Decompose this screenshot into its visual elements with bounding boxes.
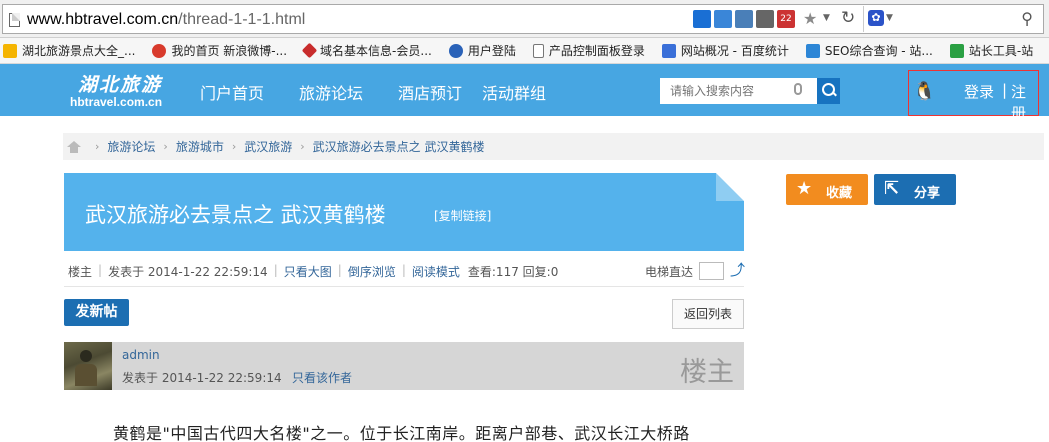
site-search (660, 78, 840, 104)
site-logo-domain[interactable]: hbtravel.com.cn (70, 95, 162, 109)
search-engine-box[interactable]: ✿ ▼ ⚲ (863, 6, 1039, 32)
login-area: 🐧 登录 | 注册 (908, 70, 1039, 122)
extension-icon[interactable] (693, 10, 711, 28)
nav-item-groups[interactable]: 活动群组 (482, 80, 546, 104)
badge-extension-icon[interactable]: 22 (777, 10, 795, 28)
site-header: 湖北旅游 hbtravel.com.cn 门户首页 旅游论坛 酒店预订 活动群组… (0, 64, 1049, 122)
favorite-button[interactable]: ★ 收藏 (786, 174, 868, 205)
avatar[interactable] (64, 342, 112, 390)
bookmark-favicon-icon (448, 43, 463, 58)
elevator-label: 电梯直达 (645, 265, 694, 279)
chevron-down-icon[interactable]: ▼ (886, 13, 893, 23)
author-bar: admin 发表于 2014-1-22 22:59:14 只看该作者 楼主 (64, 342, 744, 390)
search-button[interactable] (817, 78, 840, 104)
weibo-icon (152, 43, 167, 58)
thread-meta: 楼主 | 发表于 2014-1-22 22:59:14 | 只看大图 | 倒序浏… (68, 263, 559, 280)
floor-label: 楼主 (680, 357, 734, 388)
bookmark-favicon-icon (805, 43, 820, 58)
read-mode-link[interactable]: 阅读模式 (412, 263, 460, 280)
chevron-right-icon: › (300, 140, 305, 153)
post-time: 发表于 2014-1-22 22:59:14 (122, 371, 282, 385)
breadcrumb-item[interactable]: 武汉旅游必去景点之 武汉黄鹤楼 (313, 138, 485, 155)
main-nav: 门户首页 旅游论坛 酒店预订 活动群组 (200, 80, 581, 104)
search-input[interactable] (660, 78, 816, 104)
bookmark-item[interactable]: 我的首页 新浪微博-... (149, 42, 287, 59)
register-link[interactable]: 注册 (1011, 81, 1038, 123)
view-big-image-link[interactable]: 只看大图 (284, 263, 332, 280)
star-icon: ★ (796, 178, 813, 199)
floor-owner-label: 楼主 (68, 265, 93, 279)
breadcrumb-item[interactable]: 武汉旅游 (244, 138, 292, 155)
bookmark-star-icon[interactable]: ★ (803, 9, 817, 28)
bookmark-item[interactable]: SEO综合查询 - 站... (803, 42, 933, 59)
bookmark-item[interactable]: 湖北旅游景点大全_... (0, 42, 135, 59)
bookmark-item[interactable]: 站长工具-站 (947, 42, 1033, 59)
separator: | (1002, 81, 1008, 99)
page-icon (532, 43, 544, 58)
url-text[interactable]: www.hbtravel.com.cn/thread-1-1-1.html (27, 11, 305, 29)
breadcrumb-item[interactable]: 旅游论坛 (107, 138, 155, 155)
bookmark-favicon-icon (949, 43, 964, 58)
extension-icon[interactable] (714, 10, 732, 28)
chevron-right-icon: › (231, 140, 237, 153)
reverse-browse-link[interactable]: 倒序浏览 (348, 263, 396, 280)
extension-icons: 22 (693, 10, 795, 28)
divider (64, 286, 744, 287)
author-name[interactable]: admin (122, 348, 160, 362)
elevator-input[interactable] (699, 262, 724, 280)
extension-icon[interactable] (735, 10, 753, 28)
chevron-down-icon[interactable]: ▼ (823, 13, 830, 23)
qq-icon[interactable]: 🐧 (913, 81, 935, 102)
login-link[interactable]: 登录 (964, 81, 994, 102)
page-title: 武汉旅游必去景点之 武汉黄鹤楼 (85, 203, 386, 227)
back-to-list-button[interactable]: 返回列表 (672, 299, 744, 329)
browser-toolbar: www.hbtravel.com.cn/thread-1-1-1.html 22… (0, 0, 1049, 38)
share-icon: ⇱ (884, 178, 900, 199)
bookmark-favicon-icon (301, 42, 318, 59)
bookmark-item[interactable]: 网站概况 - 百度统计 (659, 42, 789, 59)
bookmark-item[interactable]: 域名基本信息-会员... (301, 42, 432, 59)
bookmark-favicon-icon (3, 43, 17, 58)
bookmark-item[interactable]: 产品控制面板登录 (530, 42, 645, 59)
reload-icon[interactable]: ↻ (841, 8, 855, 28)
extension-icon[interactable] (756, 10, 774, 28)
search-icon[interactable]: ⚲ (1021, 9, 1033, 28)
only-author-link[interactable]: 只看该作者 (292, 369, 352, 386)
site-logo[interactable]: 湖北旅游 (78, 70, 162, 97)
thread-title-box: 武汉旅游必去景点之 武汉黄鹤楼 [复制链接] (64, 173, 744, 251)
new-post-button[interactable]: 发新帖 (64, 299, 129, 326)
breadcrumb: › 旅游论坛 › 旅游城市 › 武汉旅游 › 武汉旅游必去景点之 武汉黄鹤楼 (63, 133, 1044, 160)
baidu-icon[interactable]: ✿ (868, 10, 884, 26)
address-bar[interactable]: www.hbtravel.com.cn/thread-1-1-1.html 22… (2, 4, 1044, 34)
go-icon[interactable]: ⤴ (730, 259, 745, 280)
share-button[interactable]: ⇱ 分享 (874, 174, 956, 205)
microphone-icon[interactable] (794, 83, 802, 95)
page-icon (9, 13, 20, 27)
bookmarks-bar: 湖北旅游景点大全_... 我的首页 新浪微博-... 域名基本信息-会员... … (0, 38, 1049, 64)
home-icon[interactable] (67, 140, 81, 153)
breadcrumb-item[interactable]: 旅游城市 (176, 138, 224, 155)
post-time: 发表于 2014-1-22 22:59:14 (108, 265, 268, 279)
nav-item-forum[interactable]: 旅游论坛 (299, 80, 363, 104)
bookmark-favicon-icon (661, 43, 676, 58)
chevron-right-icon: › (163, 140, 168, 153)
copy-link[interactable]: [复制链接] (434, 207, 491, 224)
nav-item-hotel[interactable]: 酒店预订 (398, 80, 462, 104)
thread-stats: 查看:117 回复:0 (467, 265, 559, 279)
nav-item-home[interactable]: 门户首页 (200, 80, 264, 104)
chevron-right-icon: › (95, 140, 100, 153)
post-body: 黄鹤是"中国古代四大名楼"之一。位于长江南岸。距离户部巷、武汉长江大桥路 (113, 424, 690, 442)
bookmark-item[interactable]: 用户登陆 (446, 42, 516, 59)
